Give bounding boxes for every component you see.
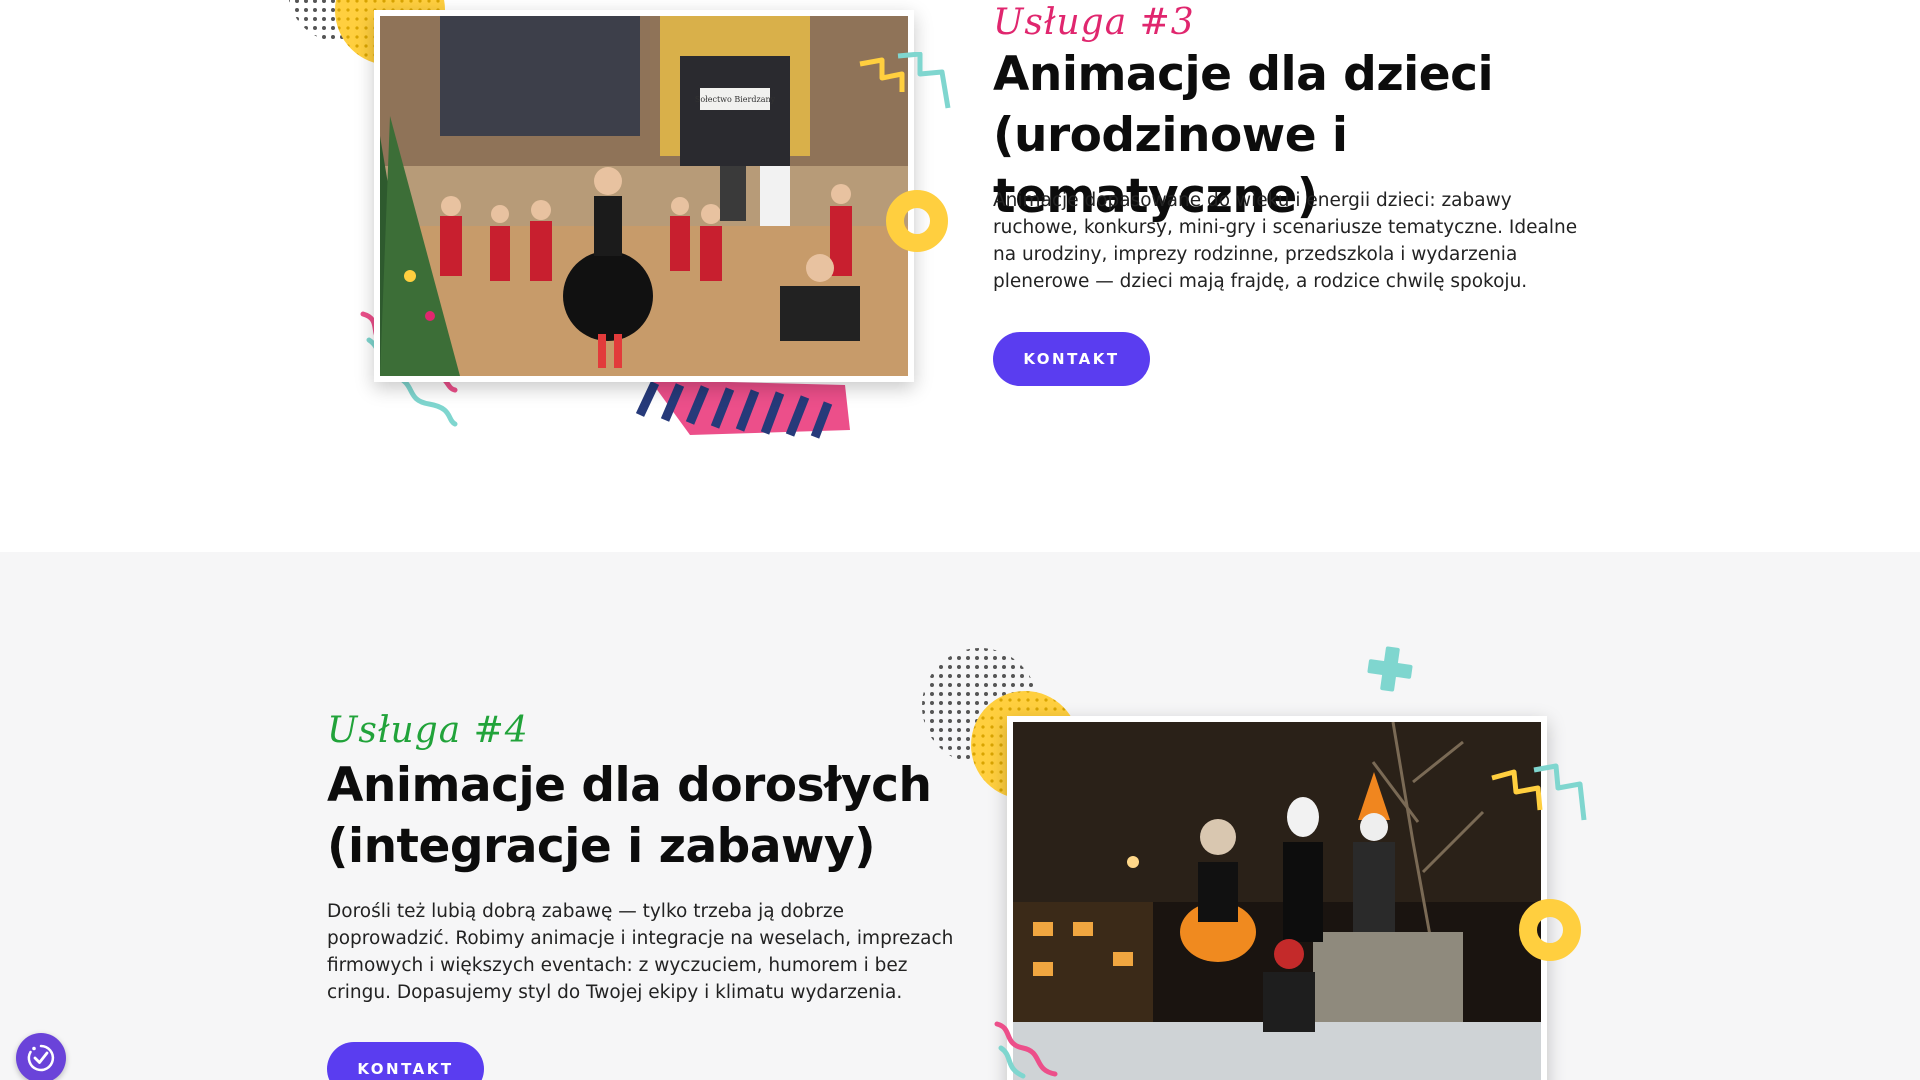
zigzag-decoration bbox=[859, 52, 951, 109]
service-4-eyebrow: Usługa #4 bbox=[327, 710, 529, 751]
service-3-title-line1: Animacje dla dzieci bbox=[993, 47, 1494, 102]
zigzag-decoration bbox=[1491, 763, 1587, 821]
stripes-triangle-decoration bbox=[635, 380, 850, 439]
halloween-party-image bbox=[1013, 722, 1541, 1080]
children-party-image: Sołectwo Bierdzany bbox=[380, 16, 908, 376]
service-3-contact-button[interactable]: KONTAKT bbox=[993, 332, 1150, 386]
service-4-title-line2: (integracje i zabawy) bbox=[327, 819, 876, 874]
adults-animation-photo bbox=[1007, 716, 1547, 1080]
service-4-title: Animacje dla dorosłych (integracje i zab… bbox=[327, 755, 947, 877]
yellow-ring-decoration bbox=[1519, 899, 1581, 961]
squiggle-decoration bbox=[994, 1021, 1058, 1079]
service-3-eyebrow: Usługa #3 bbox=[993, 2, 1195, 43]
service-4-description: Dorośli też lubią dobrą zabawę — tylko t… bbox=[327, 901, 954, 1003]
photo-sign-text: Sołectwo Bierdzany bbox=[695, 95, 776, 104]
photo-illustration bbox=[1013, 722, 1541, 1080]
service-3-description: Animacje dopasowane do wieku i energii d… bbox=[993, 190, 1578, 292]
service-4-section: Usługa #4 Animacje dla dorosłych (integr… bbox=[0, 552, 1920, 1080]
service-3-section: Sołectwo Bierdzany Usługa #3 Animacje dl… bbox=[0, 0, 1920, 552]
yellow-ring-decoration bbox=[886, 190, 948, 252]
children-animation-photo: Sołectwo Bierdzany bbox=[374, 10, 914, 382]
accessibility-button[interactable] bbox=[16, 1033, 66, 1080]
accessibility-check-icon bbox=[27, 1044, 55, 1072]
service-4-contact-button[interactable]: KONTAKT bbox=[327, 1042, 484, 1080]
plus-decoration bbox=[1367, 646, 1413, 692]
photo-illustration: Sołectwo Bierdzany bbox=[380, 16, 908, 376]
service-4-title-line1: Animacje dla dorosłych bbox=[327, 758, 932, 813]
